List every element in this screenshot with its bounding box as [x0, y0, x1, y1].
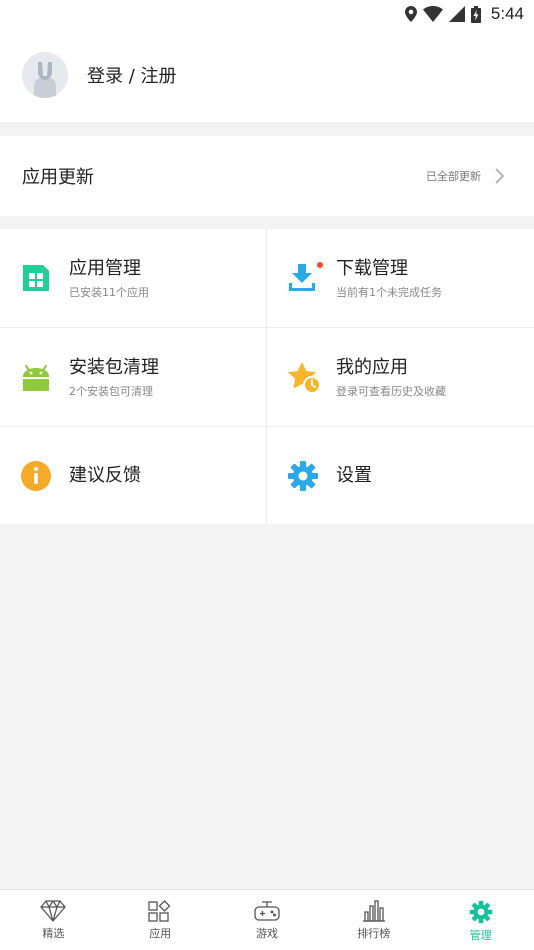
settings-item[interactable]: 设置 — [267, 427, 534, 525]
nav-featured[interactable]: 精选 — [0, 890, 107, 950]
battery-charging-icon — [470, 5, 481, 23]
item-title: 设置 — [336, 465, 372, 486]
item-title: 应用管理 — [69, 257, 141, 279]
apps-icon — [148, 900, 171, 922]
nav-label: 精选 — [42, 927, 65, 940]
item-subtitle: 当前有1个未完成任务 — [336, 285, 442, 299]
avatar-placeholder-icon — [22, 52, 68, 98]
item-subtitle: 登录可查看历史及收藏 — [336, 384, 446, 398]
star-clock-icon — [287, 361, 321, 394]
android-icon — [20, 361, 52, 393]
gamepad-icon — [254, 901, 280, 921]
nav-games[interactable]: 游戏 — [214, 890, 321, 950]
gear-icon — [469, 900, 492, 924]
info-icon — [20, 460, 52, 492]
nav-label: 应用 — [149, 927, 172, 940]
item-subtitle: 2个安装包可清理 — [69, 384, 153, 398]
app-update-title: 应用更新 — [22, 167, 94, 188]
signal-icon — [448, 6, 465, 22]
clock-time: 5:44 — [490, 4, 524, 23]
nav-ranking[interactable]: 排行榜 — [320, 890, 427, 950]
nav-apps[interactable]: 应用 — [107, 890, 214, 950]
login-register-link[interactable]: 登录 / 注册 — [87, 62, 177, 88]
app-update-row[interactable]: 应用更新 已全部更新 — [0, 136, 534, 216]
diamond-icon — [40, 900, 67, 922]
chevron-right-icon — [495, 168, 504, 184]
nav-label: 管理 — [469, 929, 492, 942]
nav-manage[interactable]: 管理 — [427, 890, 534, 950]
nav-label: 排行榜 — [357, 927, 391, 940]
package-cleanup-item[interactable]: 安装包清理 2个安装包可清理 — [0, 328, 267, 426]
settings-icon — [287, 460, 319, 492]
download-management-item[interactable]: 下载管理 当前有1个未完成任务 — [267, 229, 534, 327]
my-apps-item[interactable]: 我的应用 登录可查看历史及收藏 — [267, 328, 534, 426]
update-status-text: 已全部更新 — [426, 170, 481, 183]
download-icon — [287, 262, 323, 294]
location-icon — [404, 6, 417, 22]
nav-label: 游戏 — [255, 927, 278, 940]
app-grid-icon — [20, 262, 52, 294]
app-management-item[interactable]: 应用管理 已安装11个应用 — [0, 229, 267, 327]
item-title: 我的应用 — [336, 356, 408, 378]
status-bar: 5:44 — [0, 0, 534, 28]
bottom-nav: 精选 应用 游戏 排行榜 管理 — [0, 889, 534, 950]
bar-chart-icon — [362, 900, 385, 922]
login-section[interactable]: 登录 / 注册 — [0, 28, 534, 122]
item-title: 安装包清理 — [69, 356, 159, 378]
manage-grid: 应用管理 已安装11个应用 下载管理 当前有1个未完成任务 安装包清理 2个安装… — [0, 229, 534, 524]
feedback-item[interactable]: 建议反馈 — [0, 427, 267, 525]
notification-dot — [317, 262, 323, 268]
item-title: 下载管理 — [336, 257, 408, 279]
item-subtitle: 已安装11个应用 — [69, 285, 149, 299]
item-title: 建议反馈 — [69, 465, 141, 486]
wifi-icon — [422, 6, 443, 22]
